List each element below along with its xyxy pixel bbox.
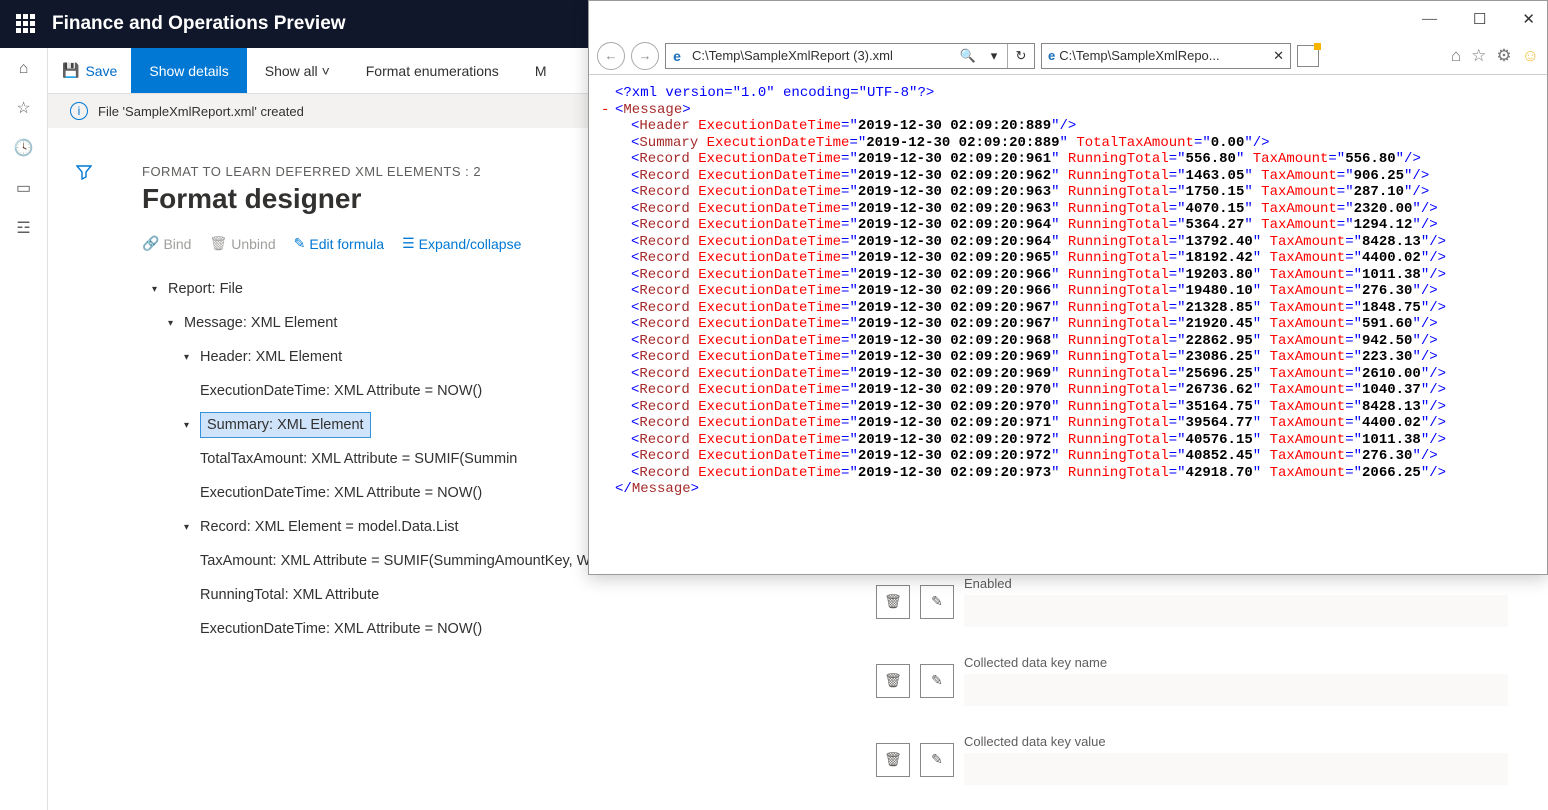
close-button[interactable]: ✕ bbox=[1522, 10, 1535, 29]
home-icon[interactable]: ⌂ bbox=[19, 60, 29, 78]
dropdown-icon[interactable]: ▾ bbox=[981, 48, 1007, 64]
edit-keyname-button[interactable]: ✎ bbox=[920, 664, 954, 698]
address-bar[interactable]: e C:\Temp\SampleXmlReport (3).xml 🔍 ▾ ↻ bbox=[665, 43, 1035, 69]
save-icon: 💾 bbox=[62, 62, 79, 79]
xml-content-view: <?xml version="1.0" encoding="UTF-8"?>-<… bbox=[589, 75, 1547, 508]
workspaces-icon[interactable]: ▭ bbox=[16, 178, 31, 198]
favorites-icon[interactable]: ☆ bbox=[1471, 46, 1486, 66]
window-title-bar[interactable]: — ☐ ✕ bbox=[589, 1, 1547, 37]
save-label: Save bbox=[85, 63, 117, 79]
tree-node-report[interactable]: Report: File bbox=[168, 281, 243, 297]
show-all-button[interactable]: Show all ˅ bbox=[247, 63, 348, 79]
prop-enabled-value[interactable] bbox=[964, 595, 1508, 627]
ie-icon: e bbox=[666, 48, 688, 64]
unbind-button: 🗑Unbind bbox=[209, 235, 275, 252]
ie-browser-window: — ☐ ✕ ← → e C:\Temp\SampleXmlReport (3).… bbox=[588, 0, 1548, 575]
browser-tab[interactable]: e C:\Temp\SampleXmlRepo... ✕ bbox=[1041, 43, 1291, 69]
tree-node-header[interactable]: Header: XML Element bbox=[200, 349, 342, 365]
tree-node-runningtotal[interactable]: RunningTotal: XML Attribute bbox=[200, 587, 379, 603]
tab-title: C:\Temp\SampleXmlRepo... bbox=[1059, 48, 1269, 63]
filter-icon[interactable] bbox=[76, 164, 92, 183]
save-button[interactable]: 💾 Save bbox=[48, 62, 131, 79]
list-icon: ☰ bbox=[402, 235, 415, 252]
favorites-icon[interactable]: ☆ bbox=[16, 98, 30, 118]
tree-node-summary[interactable]: Summary: XML Element bbox=[200, 412, 371, 438]
prop-keyname-value[interactable] bbox=[964, 674, 1508, 706]
refresh-button[interactable]: ↻ bbox=[1008, 48, 1034, 64]
prop-keyname-label: Collected data key name bbox=[964, 655, 1508, 670]
smiley-icon[interactable]: ☺ bbox=[1522, 46, 1539, 66]
modules-icon[interactable]: ☲ bbox=[16, 218, 30, 238]
link-icon: 🔗 bbox=[142, 235, 159, 252]
edit-keyval-button[interactable]: ✎ bbox=[920, 743, 954, 777]
maximize-button[interactable]: ☐ bbox=[1473, 10, 1486, 29]
show-details-button[interactable]: Show details bbox=[131, 48, 246, 93]
minimize-button[interactable]: — bbox=[1422, 11, 1437, 28]
forward-button[interactable]: → bbox=[631, 42, 659, 70]
pencil-icon: ✎ bbox=[294, 235, 306, 252]
search-icon[interactable]: 🔍 bbox=[955, 48, 981, 64]
tab-close-icon[interactable]: ✕ bbox=[1273, 48, 1284, 64]
bind-button: 🔗Bind bbox=[142, 235, 191, 252]
info-message-text: File 'SampleXmlReport.xml' created bbox=[98, 104, 304, 119]
delete-enabled-button[interactable]: 🗑 bbox=[876, 585, 910, 619]
app-launcher-icon[interactable] bbox=[16, 14, 36, 34]
delete-keyval-button[interactable]: 🗑 bbox=[876, 743, 910, 777]
prop-keyval-label: Collected data key value bbox=[964, 734, 1508, 749]
info-icon: i bbox=[70, 102, 88, 120]
more-button[interactable]: M bbox=[517, 63, 565, 79]
tree-node-header-exec[interactable]: ExecutionDateTime: XML Attribute = NOW() bbox=[200, 383, 482, 399]
edit-formula-button[interactable]: ✎Edit formula bbox=[294, 235, 384, 252]
url-text[interactable]: C:\Temp\SampleXmlReport (3).xml bbox=[688, 48, 955, 63]
prop-enabled-label: Enabled bbox=[964, 576, 1508, 591]
recent-icon[interactable]: 🕓 bbox=[14, 138, 34, 158]
trash-icon: 🗑 bbox=[209, 235, 227, 252]
format-enumerations-button[interactable]: Format enumerations bbox=[348, 63, 517, 79]
home-icon[interactable]: ⌂ bbox=[1451, 46, 1461, 66]
chevron-down-icon: ˅ bbox=[322, 63, 330, 79]
tree-node-summary-exec[interactable]: ExecutionDateTime: XML Attribute = NOW() bbox=[200, 485, 482, 501]
left-nav-rail: ⌂ ☆ 🕓 ▭ ☲ bbox=[0, 48, 48, 810]
prop-keyval-value[interactable] bbox=[964, 753, 1508, 785]
tree-node-record-exec[interactable]: ExecutionDateTime: XML Attribute = NOW() bbox=[200, 621, 482, 637]
tree-node-record[interactable]: Record: XML Element = model.Data.List bbox=[200, 519, 459, 535]
edit-enabled-button[interactable]: ✎ bbox=[920, 585, 954, 619]
delete-keyname-button[interactable]: 🗑 bbox=[876, 664, 910, 698]
app-title: Finance and Operations Preview bbox=[52, 13, 346, 35]
expand-collapse-button[interactable]: ☰Expand/collapse bbox=[402, 235, 521, 252]
ie-icon: e bbox=[1048, 48, 1055, 63]
gear-icon[interactable]: ⚙ bbox=[1496, 46, 1511, 66]
ie-toolbar: ← → e C:\Temp\SampleXmlReport (3).xml 🔍 … bbox=[589, 37, 1547, 75]
new-tab-button[interactable] bbox=[1297, 45, 1319, 67]
tree-node-message[interactable]: Message: XML Element bbox=[184, 315, 337, 331]
back-button[interactable]: ← bbox=[597, 42, 625, 70]
tree-node-totaltax[interactable]: TotalTaxAmount: XML Attribute = SUMIF(Su… bbox=[200, 451, 517, 467]
